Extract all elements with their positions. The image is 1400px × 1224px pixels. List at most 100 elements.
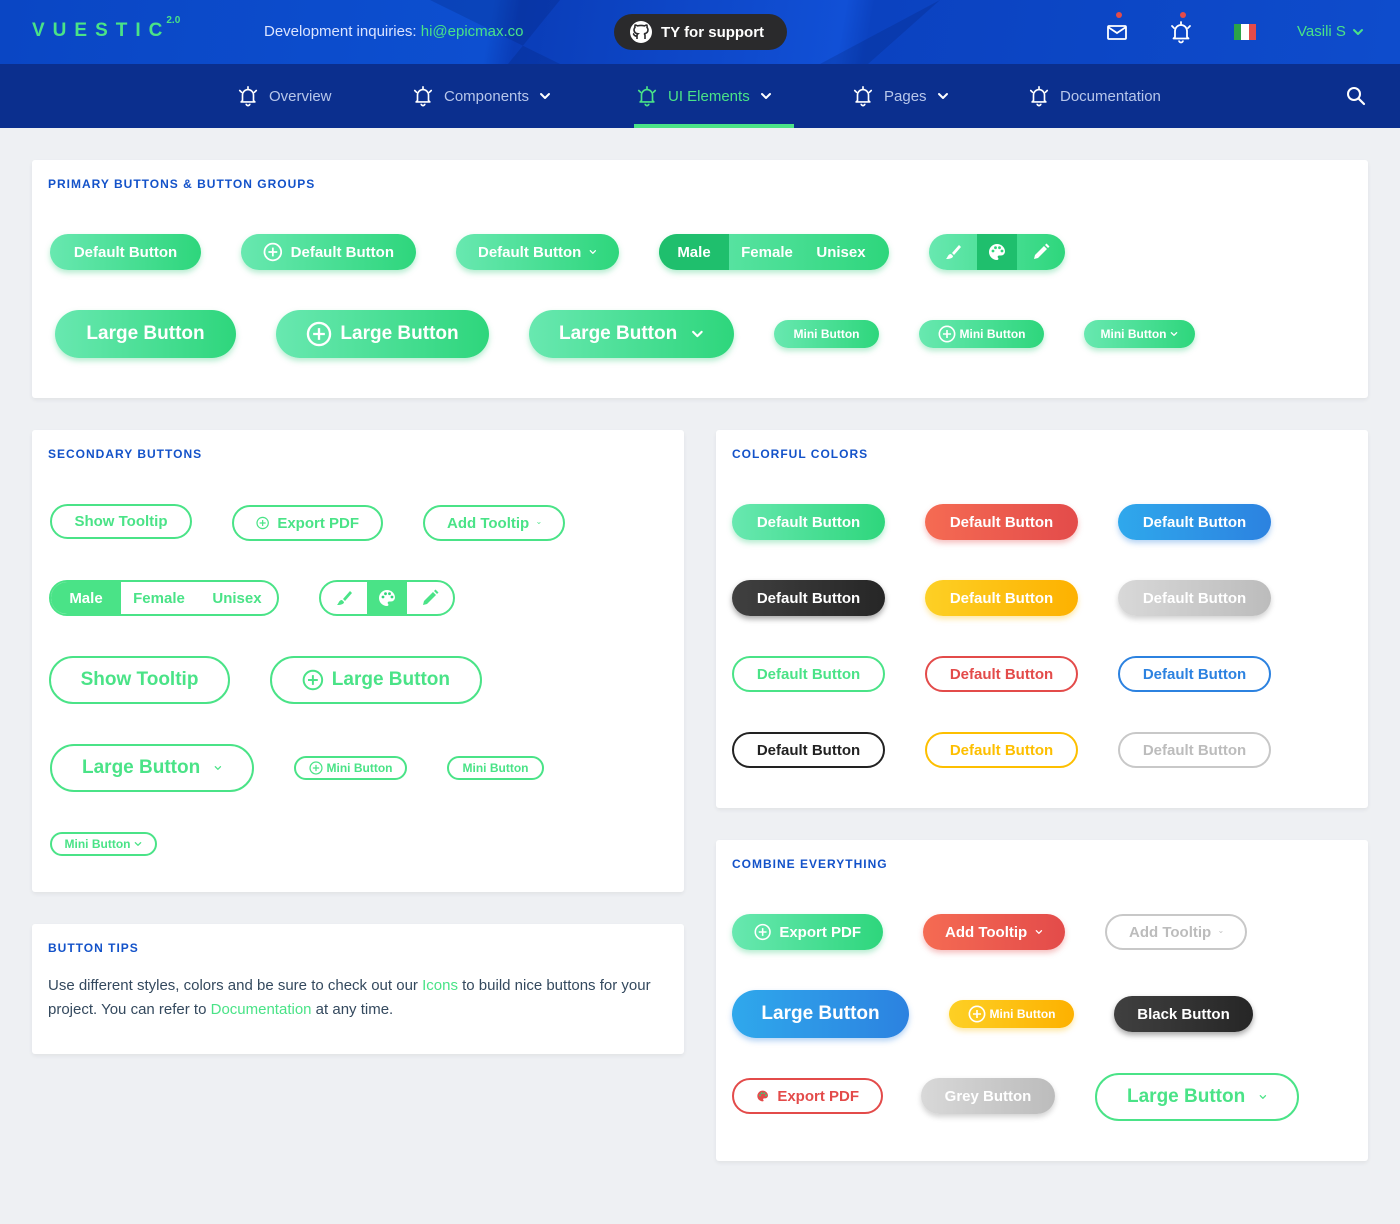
chevron-down-icon [539, 90, 551, 102]
red-outline-button[interactable]: Default Button [925, 656, 1078, 692]
default-button[interactable]: Default Button [50, 234, 201, 270]
nav-item-pages[interactable]: Pages [852, 64, 949, 128]
nav-label: Overview [269, 87, 332, 105]
dev-inquiries: Development inquiries: hi@epicmax.co [264, 23, 524, 40]
export-pdf-button[interactable]: Export PDF [232, 505, 383, 541]
mail-icon[interactable] [1105, 12, 1129, 44]
card-title: COLORFUL COLORS [732, 447, 869, 461]
secondary-buttons-card: SECONDARY BUTTONS Show Tooltip Export PD… [32, 430, 684, 892]
palette-icon [987, 242, 1007, 262]
user-menu[interactable]: Vasili S [1297, 23, 1364, 40]
mini-button-with-icon[interactable]: Mini Button [919, 320, 1044, 348]
flag-italy-icon[interactable] [1234, 24, 1256, 40]
icon-button-group [929, 234, 1065, 270]
palette-button[interactable] [367, 582, 407, 614]
palette-button[interactable] [977, 234, 1017, 270]
bell-icon [412, 85, 434, 107]
gender-outline-group: Male Female Unisex [49, 580, 279, 616]
show-tooltip-button[interactable]: Show Tooltip [50, 504, 192, 539]
palette-icon [756, 1086, 769, 1106]
nav-label: Components [444, 87, 530, 105]
blue-button[interactable]: Default Button [1118, 504, 1271, 540]
default-button-with-icon[interactable]: Default Button [241, 234, 416, 270]
group-button-female[interactable]: Female [729, 234, 805, 270]
dark-outline-button[interactable]: Default Button [732, 732, 885, 768]
top-bar: VUESTIC2.0 Development inquiries: hi@epi… [0, 0, 1400, 64]
logo[interactable]: VUESTIC2.0 [32, 15, 180, 42]
user-name: Vasili S [1297, 23, 1346, 40]
nav-item-overview[interactable]: Overview [237, 64, 332, 128]
group-button-unisex[interactable]: Unisex [805, 234, 877, 270]
default-button-dropdown[interactable]: Default Button [456, 234, 619, 270]
chevron-down-icon [1259, 1090, 1267, 1104]
bell-icon [237, 85, 259, 107]
brush-button[interactable] [321, 582, 367, 614]
bell-icon [636, 85, 658, 107]
icons-link[interactable]: Icons [422, 977, 458, 994]
large-button[interactable]: Large Button [55, 310, 236, 358]
yellow-outline-button[interactable]: Default Button [925, 732, 1078, 768]
card-title: PRIMARY BUTTONS & BUTTON GROUPS [48, 177, 316, 191]
grey-button[interactable]: Grey Button [921, 1078, 1055, 1114]
plus-circle-icon [302, 667, 324, 693]
grey-outline-button[interactable]: Default Button [1118, 732, 1271, 768]
pencil-button[interactable] [407, 582, 453, 614]
github-button-label: TY for support [661, 23, 765, 41]
large-button-with-icon[interactable]: Large Button [276, 310, 489, 358]
mini-button-dropdown[interactable]: Mini Button [1084, 320, 1195, 348]
dev-label: Development inquiries: [264, 23, 417, 40]
brush-button[interactable] [929, 234, 977, 270]
blue-outline-button[interactable]: Default Button [1118, 656, 1271, 692]
large-button-dropdown[interactable]: Large Button [50, 744, 254, 792]
github-support-button[interactable]: TY for support [614, 14, 787, 50]
mini-yellow-button[interactable]: Mini Button [949, 1000, 1074, 1028]
documentation-link[interactable]: Documentation [211, 1001, 312, 1018]
icon-outline-group [319, 580, 455, 616]
yellow-button[interactable]: Default Button [925, 580, 1078, 616]
large-outline-dropdown-button[interactable]: Large Button [1095, 1073, 1299, 1121]
black-button[interactable]: Black Button [1114, 996, 1253, 1032]
group-button-male[interactable]: Male [659, 234, 729, 270]
card-title: SECONDARY BUTTONS [48, 447, 203, 461]
chevron-down-icon [589, 246, 597, 258]
large-button-with-icon[interactable]: Large Button [270, 656, 482, 704]
add-tooltip-grey-button[interactable]: Add Tooltip [1105, 914, 1247, 950]
group-button-male[interactable]: Male [51, 582, 121, 614]
mini-button-dropdown[interactable]: Mini Button [50, 832, 157, 856]
large-button-dropdown[interactable]: Large Button [529, 310, 734, 358]
group-button-unisex[interactable]: Unisex [197, 582, 277, 614]
group-button-female[interactable]: Female [121, 582, 197, 614]
plus-circle-icon [938, 325, 956, 343]
mini-button-with-icon[interactable]: Mini Button [294, 756, 407, 780]
chevron-down-icon [537, 517, 541, 529]
export-pdf-red-button[interactable]: Export PDF [732, 1078, 883, 1114]
button-tips-card: BUTTON TIPS Use different styles, colors… [32, 924, 684, 1054]
bell-icon [852, 85, 874, 107]
mini-button[interactable]: Mini Button [774, 320, 879, 348]
nav-label: Documentation [1060, 87, 1161, 105]
nav-item-documentation[interactable]: Documentation [1028, 64, 1161, 128]
mini-button[interactable]: Mini Button [447, 756, 544, 780]
show-tooltip-large-button[interactable]: Show Tooltip [49, 656, 230, 704]
add-tooltip-button[interactable]: Add Tooltip [423, 505, 565, 541]
red-button[interactable]: Default Button [925, 504, 1078, 540]
bell-icon[interactable] [1169, 12, 1193, 44]
plus-circle-icon [263, 242, 283, 262]
export-pdf-button[interactable]: Export PDF [732, 914, 883, 950]
pencil-button[interactable] [1017, 234, 1065, 270]
dev-email-link[interactable]: hi@epicmax.co [421, 23, 524, 40]
green-button[interactable]: Default Button [732, 504, 885, 540]
grey-button[interactable]: Default Button [1118, 580, 1271, 616]
github-icon [630, 21, 652, 43]
nav-item-ui-elements[interactable]: UI Elements [634, 64, 794, 128]
primary-buttons-card: PRIMARY BUTTONS & BUTTON GROUPS Default … [32, 160, 1368, 398]
chevron-down-icon [1219, 926, 1223, 938]
chevron-down-icon [1352, 26, 1364, 38]
nav-item-components[interactable]: Components [412, 64, 551, 128]
add-tooltip-red-button[interactable]: Add Tooltip [923, 914, 1065, 950]
chevron-down-icon [134, 840, 142, 848]
dark-button[interactable]: Default Button [732, 580, 885, 616]
large-blue-button[interactable]: Large Button [732, 990, 909, 1038]
green-outline-button[interactable]: Default Button [732, 656, 885, 692]
search-icon[interactable] [1346, 86, 1366, 106]
